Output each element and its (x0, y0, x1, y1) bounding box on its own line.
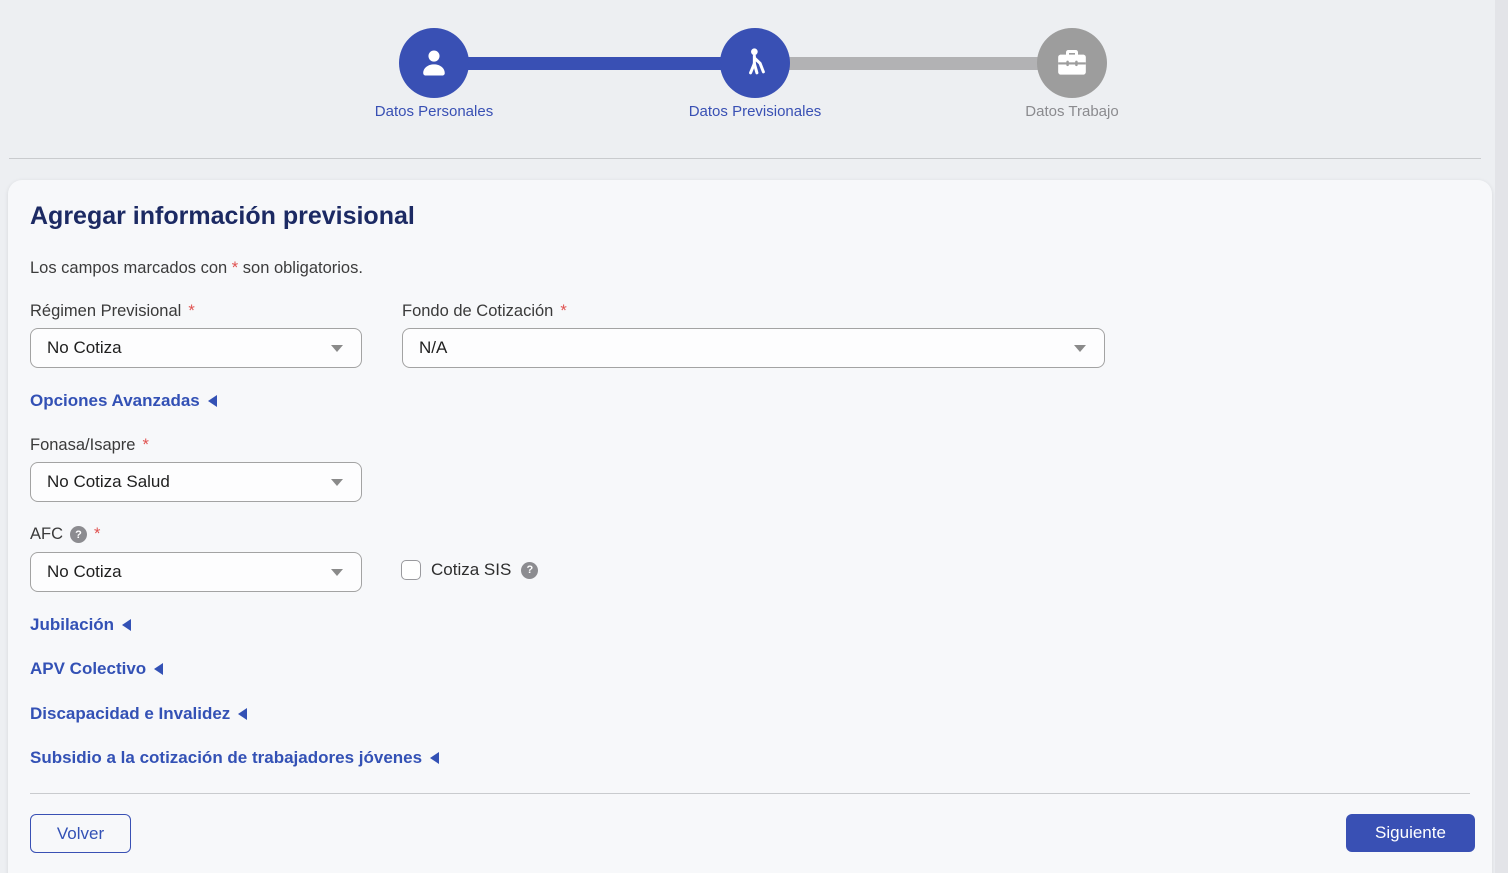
cotiza-sis-row: Cotiza SIS ? (401, 560, 538, 580)
afc-label: AFC ? * (30, 525, 100, 544)
chevron-down-icon (331, 479, 343, 486)
required-marker: * (188, 302, 194, 321)
required-marker: * (560, 302, 566, 321)
form-card: Agregar información previsional Los camp… (8, 180, 1492, 873)
regimen-previsional-select[interactable]: No Cotiza (30, 328, 362, 368)
chevron-down-icon (331, 345, 343, 352)
collapse-triangle-icon (154, 663, 163, 675)
person-with-cane-icon (720, 28, 790, 98)
collapse-triangle-icon (208, 395, 217, 407)
cotiza-sis-label: Cotiza SIS (431, 560, 511, 580)
step-label: Datos Trabajo (992, 102, 1152, 122)
cotiza-sis-help-icon[interactable]: ? (521, 562, 538, 579)
select-value: No Cotiza Salud (47, 472, 331, 492)
subsidio-jovenes-toggle[interactable]: Subsidio a la cotización de trabajadores… (30, 748, 439, 768)
fondo-cotizacion-select[interactable]: N/A (402, 328, 1105, 368)
footer-divider (30, 793, 1470, 794)
next-button[interactable]: Siguiente (1346, 814, 1475, 852)
jubilacion-toggle[interactable]: Jubilación (30, 615, 131, 635)
afc-select[interactable]: No Cotiza (30, 552, 362, 592)
opciones-avanzadas-toggle[interactable]: Opciones Avanzadas (30, 391, 217, 411)
required-marker: * (94, 525, 100, 544)
select-value: No Cotiza (47, 562, 331, 582)
scrollbar[interactable] (1495, 0, 1508, 873)
collapse-triangle-icon (122, 619, 131, 631)
stepper-connector-inactive (755, 57, 1072, 70)
wizard-stepper: Datos Personales Datos Previsionales (0, 0, 1495, 158)
collapse-triangle-icon (430, 752, 439, 764)
apv-colectivo-toggle[interactable]: APV Colectivo (30, 659, 163, 679)
back-button[interactable]: Volver (30, 814, 131, 853)
required-note: Los campos marcados con * son obligatori… (30, 259, 363, 278)
fonasa-isapre-label: Fonasa/Isapre* (30, 436, 149, 455)
header-divider (9, 158, 1481, 159)
step-label: Datos Previsionales (675, 102, 835, 122)
briefcase-icon (1037, 28, 1107, 98)
select-value: N/A (419, 338, 1074, 358)
regimen-previsional-label: Régimen Previsional* (30, 302, 195, 321)
afc-help-icon[interactable]: ? (70, 526, 87, 543)
chevron-down-icon (331, 569, 343, 576)
collapse-triangle-icon (238, 708, 247, 720)
discapacidad-invalidez-toggle[interactable]: Discapacidad e Invalidez (30, 704, 247, 724)
cotiza-sis-checkbox[interactable] (401, 560, 421, 580)
chevron-down-icon (1074, 345, 1086, 352)
fondo-cotizacion-label: Fondo de Cotización* (402, 302, 567, 321)
required-marker: * (142, 436, 148, 455)
person-icon (399, 28, 469, 98)
select-value: No Cotiza (47, 338, 331, 358)
fonasa-isapre-select[interactable]: No Cotiza Salud (30, 462, 362, 502)
page-title: Agregar información previsional (30, 202, 415, 231)
step-label: Datos Personales (354, 102, 514, 122)
stepper-connector-active (434, 57, 755, 70)
